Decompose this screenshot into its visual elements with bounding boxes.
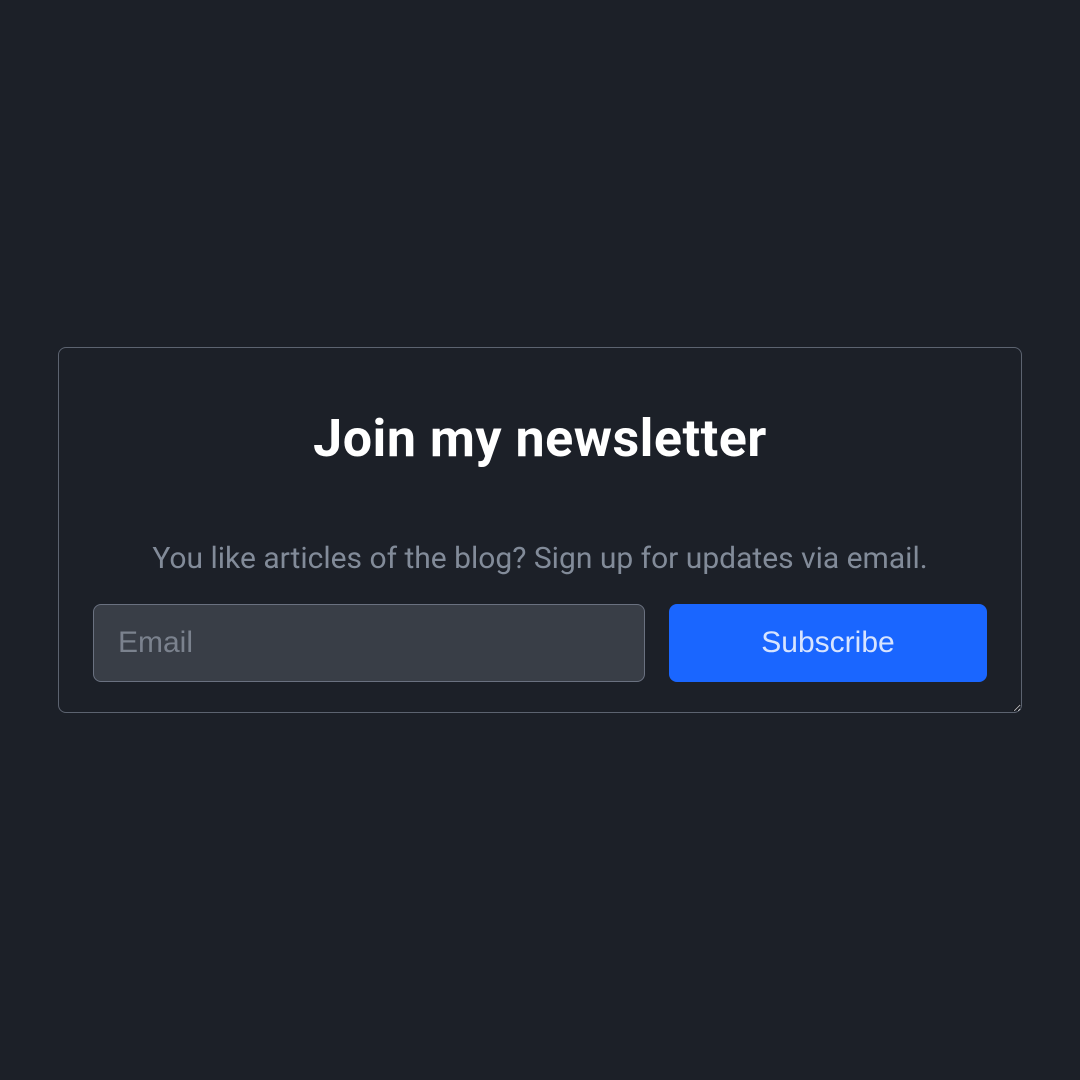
newsletter-description: You like articles of the blog? Sign up f… xyxy=(79,541,1001,576)
newsletter-form-row: Subscribe xyxy=(79,604,1001,682)
email-input[interactable] xyxy=(93,604,645,682)
subscribe-button[interactable]: Subscribe xyxy=(669,604,987,682)
newsletter-card: Join my newsletter You like articles of … xyxy=(58,347,1022,713)
newsletter-title: Join my newsletter xyxy=(79,408,1001,469)
